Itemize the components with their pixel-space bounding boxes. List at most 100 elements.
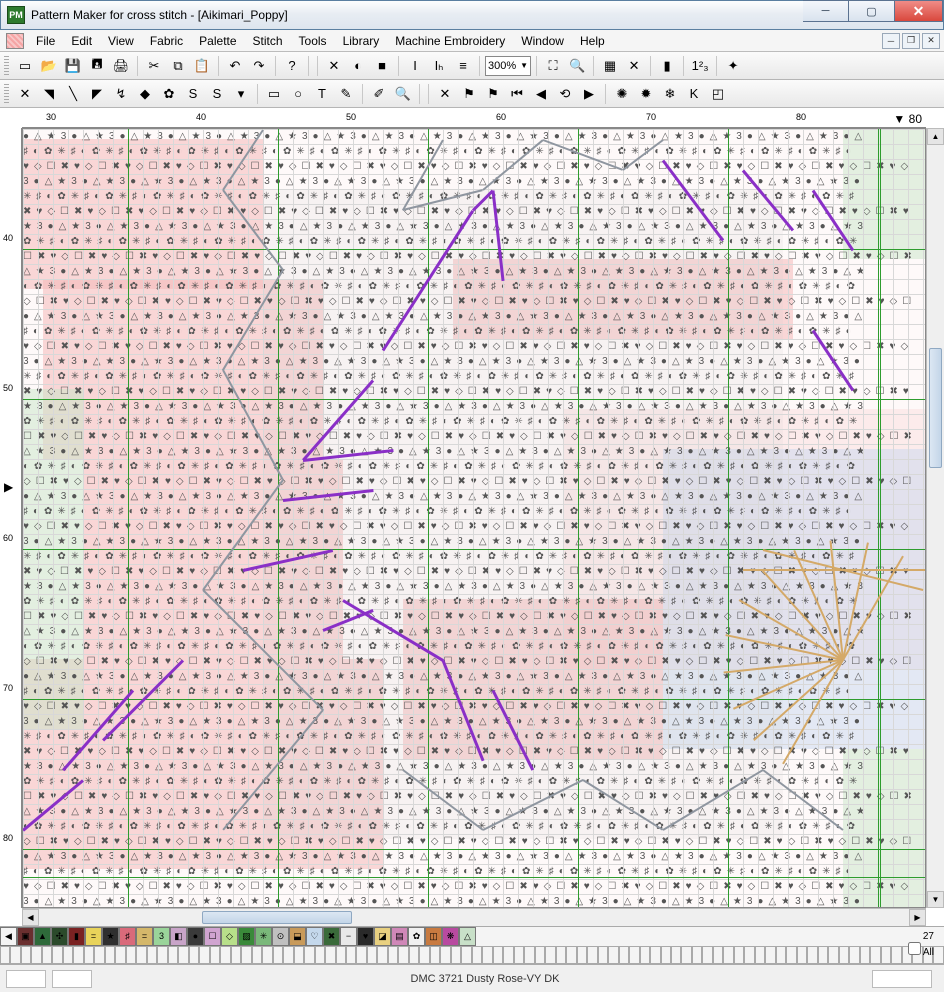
freehand-icon[interactable]: ✎ (335, 83, 357, 105)
palette-cell[interactable] (881, 946, 891, 965)
palette-swatch-20[interactable]: ♥ (357, 927, 374, 946)
palette-cell[interactable] (891, 946, 901, 965)
palette-cell[interactable] (818, 946, 828, 965)
palette-swatch-7[interactable]: = (136, 927, 153, 946)
palette-cell[interactable] (524, 946, 534, 965)
redo-icon[interactable]: ↷ (248, 55, 270, 77)
palette-cell[interactable] (860, 946, 870, 965)
palette-cell[interactable] (419, 946, 429, 965)
palette-swatch-1[interactable]: ▲ (34, 927, 51, 946)
menu-help[interactable]: Help (572, 31, 613, 51)
palette-cell[interactable] (157, 946, 167, 965)
nav-rewind-icon[interactable]: ⟲ (554, 83, 576, 105)
palette-swatch-25[interactable]: ❋ (442, 927, 459, 946)
palette-swatch-19[interactable]: − (340, 927, 357, 946)
nav-first-icon[interactable]: ⏮ (506, 83, 528, 105)
palette-swatch-11[interactable]: ☐ (204, 927, 221, 946)
palette-cell[interactable] (440, 946, 450, 965)
palette-cell[interactable] (377, 946, 387, 965)
mdi-minimize-button[interactable]: ─ (882, 33, 900, 49)
palette-cell[interactable] (346, 946, 356, 965)
palette-cell[interactable] (273, 946, 283, 965)
undo-icon[interactable]: ↶ (224, 55, 246, 77)
maximize-button[interactable]: ▢ (849, 0, 895, 22)
palette-cell[interactable] (849, 946, 859, 965)
palette-cell[interactable] (535, 946, 545, 965)
palette-cell[interactable] (493, 946, 503, 965)
menu-window[interactable]: Window (513, 31, 572, 51)
palette-cell[interactable] (514, 946, 524, 965)
corner-icon[interactable]: ◰ (707, 83, 729, 105)
palette-cell[interactable] (325, 946, 335, 965)
palette-cell[interactable] (189, 946, 199, 965)
minimize-button[interactable]: ─ (803, 0, 849, 22)
palette-swatch-14[interactable]: ✳ (255, 927, 272, 946)
palette-swatch-9[interactable]: ◧ (170, 927, 187, 946)
save2-icon[interactable]: 🖪 (86, 55, 108, 77)
palette-cell[interactable] (744, 946, 754, 965)
palette-cell[interactable] (702, 946, 712, 965)
palette-cell[interactable] (21, 946, 31, 965)
palette-swatch-16[interactable]: ⬓ (289, 927, 306, 946)
palette-cell[interactable] (356, 946, 366, 965)
palette-cell[interactable] (619, 946, 629, 965)
palette-cell[interactable] (315, 946, 325, 965)
palette-cell[interactable] (430, 946, 440, 965)
palette-cell[interactable] (807, 946, 817, 965)
fill-icon[interactable]: ◐ (347, 55, 369, 77)
flag2-icon[interactable]: ⚑ (482, 83, 504, 105)
copy-icon[interactable]: ⧉ (167, 55, 189, 77)
palette-cell[interactable] (94, 946, 104, 965)
mdi-close-button[interactable]: ✕ (922, 33, 940, 49)
palette-cell[interactable] (63, 946, 73, 965)
snow-icon[interactable]: ❄ (659, 83, 681, 105)
menu-machine-embroidery[interactable]: Machine Embroidery (387, 31, 513, 51)
dropdown-icon[interactable]: ▾ (230, 83, 252, 105)
close-button[interactable]: ✕ (895, 0, 943, 22)
palette-cell[interactable] (451, 946, 461, 965)
save-icon[interactable]: 💾 (62, 55, 84, 77)
palette-swatch-23[interactable]: ✿ (408, 927, 425, 946)
burst1-icon[interactable]: ✺ (611, 83, 633, 105)
palette-icon[interactable]: ▮ (656, 55, 678, 77)
palette-cell[interactable] (723, 946, 733, 965)
palette-cell[interactable] (115, 946, 125, 965)
select-ellipse-icon[interactable]: ○ (287, 83, 309, 105)
palette-cell[interactable] (409, 946, 419, 965)
palette-cell[interactable] (10, 946, 20, 965)
layers-icon[interactable]: 1²₃ (689, 55, 711, 77)
palette-swatch-26[interactable]: △ (459, 927, 476, 946)
palette-cell[interactable] (73, 946, 83, 965)
palette-swatch-18[interactable]: ✖ (323, 927, 340, 946)
palette-cell[interactable] (587, 946, 597, 965)
open-icon[interactable]: 📂 (38, 55, 60, 77)
palette-cell[interactable] (199, 946, 209, 965)
half-x-icon[interactable]: ◥ (38, 83, 60, 105)
solid-icon[interactable]: ■ (371, 55, 393, 77)
palette-swatch-5[interactable]: ★ (102, 927, 119, 946)
nav-next-icon[interactable]: ▶ (578, 83, 600, 105)
palette-cell[interactable] (765, 946, 775, 965)
nav-prev-icon[interactable]: ◀ (530, 83, 552, 105)
palette-cell[interactable] (556, 946, 566, 965)
menu-edit[interactable]: Edit (63, 31, 100, 51)
scroll-down-button[interactable]: ▼ (927, 891, 944, 908)
palette-cell[interactable] (126, 946, 136, 965)
palette-swatch-17[interactable]: ♡ (306, 927, 323, 946)
palette-cell[interactable] (388, 946, 398, 965)
print-icon[interactable]: 🖨 (110, 55, 132, 77)
palette-cell[interactable] (42, 946, 52, 965)
k-icon[interactable]: K (683, 83, 705, 105)
eyedrop-icon[interactable]: ✐ (368, 83, 390, 105)
palette-swatch-10[interactable]: ● (187, 927, 204, 946)
menu-library[interactable]: Library (335, 31, 388, 51)
vertical-scrollbar[interactable]: ▲ ▼ (926, 128, 944, 908)
palette-cell[interactable] (147, 946, 157, 965)
palette-cell[interactable] (367, 946, 377, 965)
palette-cell[interactable] (482, 946, 492, 965)
palette-cell[interactable] (283, 946, 293, 965)
menu-fabric[interactable]: Fabric (142, 31, 191, 51)
palette-swatch-8[interactable]: 3 (153, 927, 170, 946)
info-icon[interactable]: I (404, 55, 426, 77)
palette-swatch-22[interactable]: ▤ (391, 927, 408, 946)
